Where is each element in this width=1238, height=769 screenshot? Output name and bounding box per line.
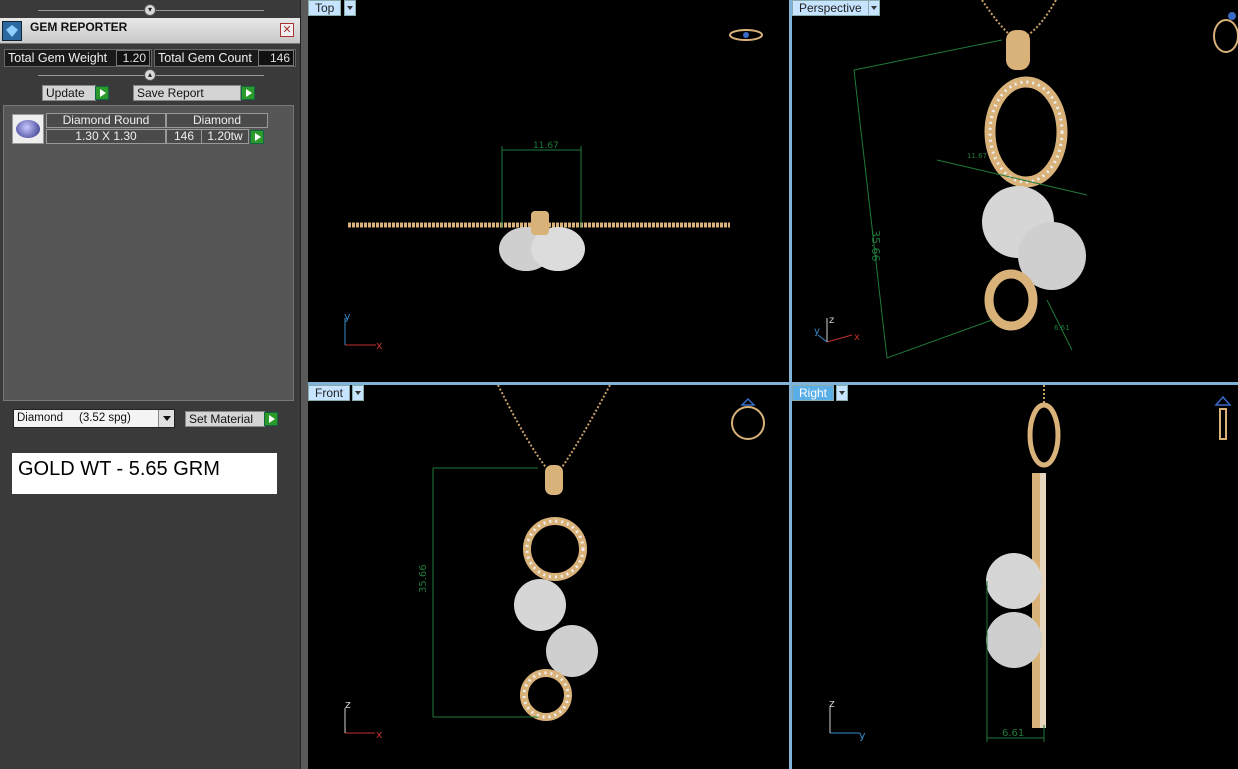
- perspective-depth-dimension: 6.61: [1054, 324, 1070, 332]
- gold-weight-note: GOLD WT - 5.65 GRM: [12, 453, 277, 494]
- perspective-view-render: 35.66 11.67 6.61 z y x: [814, 0, 1238, 359]
- chevron-down-icon[interactable]: [836, 385, 848, 401]
- gem-row-run-icon[interactable]: [250, 130, 264, 144]
- viewport-right[interactable]: 6.61 z y Right: [792, 385, 1238, 769]
- diamond-round-icon: [12, 114, 44, 144]
- update-button[interactable]: Update: [42, 85, 96, 101]
- front-dimension-label: 35.66: [418, 564, 429, 593]
- set-material-run-icon[interactable]: [264, 412, 278, 426]
- gem-reporter-panel: ▾ GEM REPORTER ✕ Total Gem Weight 1.20 T…: [0, 0, 300, 769]
- ring-view-icon: [729, 29, 763, 41]
- right-view-render: 6.61 z y: [829, 385, 1232, 742]
- axis-y-label: y: [814, 326, 820, 337]
- chevron-down-icon[interactable]: [868, 0, 880, 16]
- viewport-front[interactable]: 35.66 z x Front: [308, 385, 789, 769]
- gem-material-cell[interactable]: Diamond: [166, 113, 268, 128]
- tab-front-view[interactable]: Front: [308, 385, 351, 401]
- close-icon[interactable]: ✕: [280, 23, 294, 37]
- set-material-button[interactable]: Set Material: [185, 411, 265, 427]
- right-dimension-label: 6.61: [1002, 728, 1024, 739]
- viewport-top[interactable]: 11.67 y x Top: [308, 0, 789, 382]
- axis-y-label: y: [859, 729, 866, 742]
- axis-y-label: y: [344, 310, 351, 323]
- axis-x-label: x: [376, 339, 383, 352]
- tab-top-view[interactable]: Top: [308, 0, 342, 16]
- perspective-main-dimension: 35.66: [869, 230, 882, 262]
- front-view-render: 35.66 z x: [344, 385, 765, 741]
- chevron-down-icon[interactable]: [344, 0, 356, 16]
- gem-size-cell[interactable]: 1.30 X 1.30: [46, 129, 166, 144]
- expand-toggle-icon[interactable]: ▴: [144, 69, 156, 81]
- axis-z-label: z: [829, 697, 835, 710]
- gem-reporter-titlebar: GEM REPORTER ✕: [0, 18, 300, 44]
- gem-shape-cell[interactable]: Diamond Round: [46, 113, 166, 128]
- viewport-perspective[interactable]: 35.66 11.67 6.61 z y x Perspective: [792, 0, 1238, 382]
- save-report-button[interactable]: Save Report: [133, 85, 241, 101]
- ring-view-icon: [731, 397, 765, 440]
- gem-list: Diamond Round Diamond 1.30 X 1.30 146 1.…: [3, 105, 294, 401]
- total-gem-count-value: 146: [258, 50, 294, 66]
- axis-z-label: z: [345, 698, 351, 711]
- chevron-down-icon[interactable]: [352, 385, 364, 401]
- total-gem-weight-value: 1.20: [116, 50, 150, 66]
- axis-z-label: z: [829, 315, 834, 326]
- chevron-down-icon[interactable]: [158, 410, 174, 427]
- gem-weight-cell[interactable]: 1.20tw: [201, 129, 249, 144]
- perspective-width-dimension: 11.67: [967, 152, 987, 160]
- ring-view-icon: [1213, 12, 1238, 53]
- gem-count-cell[interactable]: 146: [166, 129, 202, 144]
- material-select[interactable]: Diamond (3.52 spg): [13, 409, 175, 428]
- top-dimension-label: 11.67: [533, 141, 559, 151]
- top-view-render: 11.67 y x: [344, 29, 763, 352]
- viewport-divider-horizontal[interactable]: [308, 382, 1238, 385]
- tab-perspective-view[interactable]: Perspective: [792, 0, 869, 16]
- tab-right-view[interactable]: Right: [792, 385, 835, 401]
- save-report-run-icon[interactable]: [241, 86, 255, 100]
- axis-x-label: x: [376, 728, 383, 741]
- ring-view-icon: [1214, 395, 1232, 440]
- gem-reporter-app-icon: [2, 21, 22, 41]
- panel-resize-edge[interactable]: [300, 0, 308, 769]
- update-run-icon[interactable]: [95, 86, 109, 100]
- panel-title: GEM REPORTER: [30, 20, 128, 34]
- collapse-toggle-icon[interactable]: ▾: [144, 4, 156, 16]
- axis-x-label: x: [854, 332, 860, 343]
